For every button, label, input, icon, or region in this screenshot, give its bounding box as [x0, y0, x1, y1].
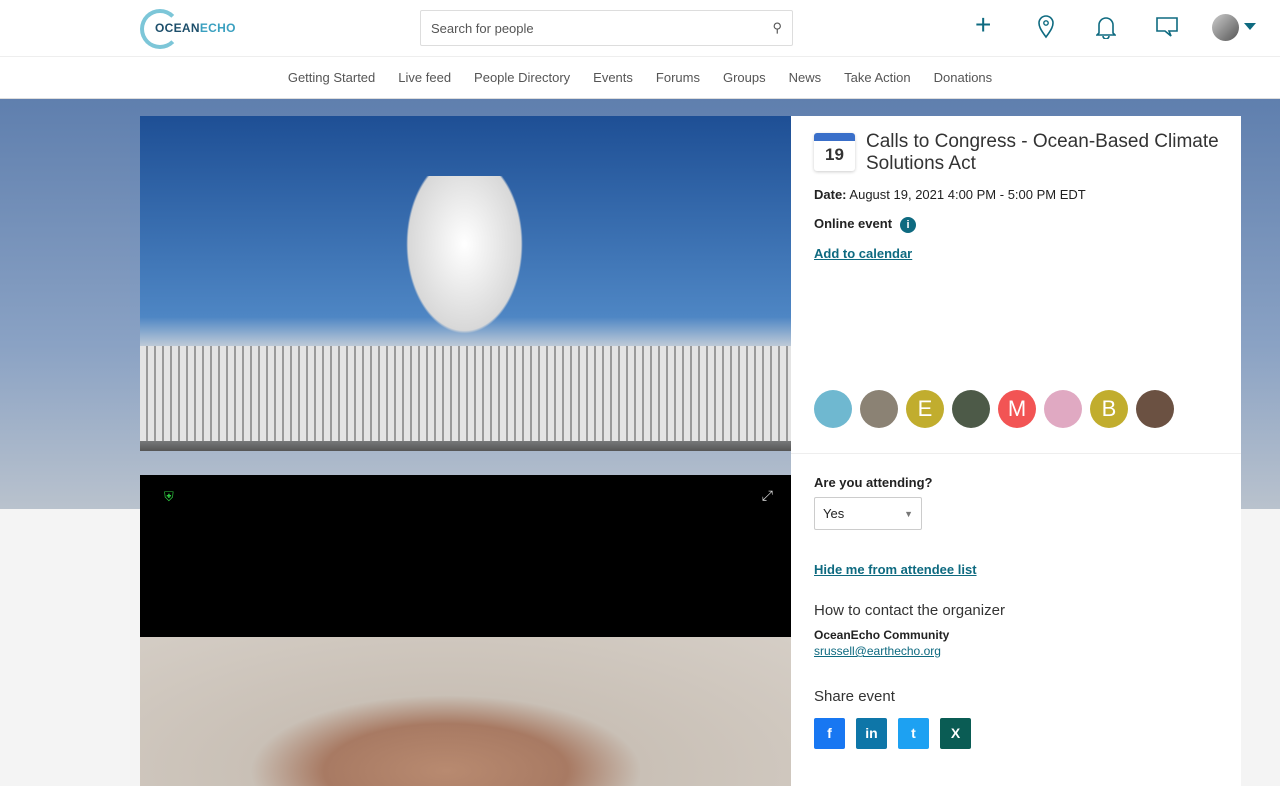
video-feed — [140, 637, 791, 786]
location-pin-icon[interactable] — [1037, 15, 1055, 45]
user-avatar[interactable] — [1212, 14, 1239, 41]
facebook-share-button[interactable]: f — [814, 718, 845, 749]
hide-attendee-link[interactable]: Hide me from attendee list — [814, 562, 977, 577]
attendee-avatar[interactable] — [952, 390, 990, 428]
nav-getting-started[interactable]: Getting Started — [288, 70, 375, 85]
main-nav: Getting Started Live feed People Directo… — [0, 57, 1280, 99]
nav-people-directory[interactable]: People Directory — [474, 70, 570, 85]
shield-icon: ⛨ — [164, 489, 174, 504]
plus-icon[interactable]: + — [975, 11, 991, 39]
organizer-heading: How to contact the organizer — [814, 602, 1005, 619]
logo[interactable]: OCEANECHO — [155, 21, 236, 35]
fullscreen-icon[interactable]: ⤢ — [762, 487, 773, 504]
share-heading: Share event — [814, 688, 895, 705]
organizer-name: OceanEcho Community — [814, 628, 950, 642]
attendee-avatar[interactable]: M — [998, 390, 1036, 428]
attendee-list: EMB — [814, 390, 1174, 428]
nav-forums[interactable]: Forums — [656, 70, 700, 85]
attending-label: Are you attending? — [814, 475, 933, 490]
event-details-panel: 19 Calls to Congress - Ocean-Based Clima… — [791, 116, 1241, 786]
divider — [791, 453, 1241, 454]
dropdown-arrow-icon: ▼ — [904, 508, 913, 519]
calendar-icon: 19 — [814, 133, 855, 171]
event-title: Calls to Congress - Ocean-Based Climate … — [866, 131, 1219, 174]
nav-news[interactable]: News — [789, 70, 822, 85]
nav-groups[interactable]: Groups — [723, 70, 766, 85]
event-image — [140, 116, 791, 451]
attendee-avatar[interactable]: B — [1090, 390, 1128, 428]
organizer-email[interactable]: srussell@earthecho.org — [814, 644, 941, 658]
bell-icon[interactable] — [1095, 15, 1117, 45]
share-buttons: f in t X — [814, 718, 971, 749]
nav-live-feed[interactable]: Live feed — [398, 70, 451, 85]
search-icon[interactable]: ⚲ — [772, 20, 782, 36]
xing-share-button[interactable]: X — [940, 718, 971, 749]
top-bar: OCEANECHO Search for people ⚲ + — [0, 0, 1280, 57]
chevron-down-icon[interactable] — [1244, 23, 1256, 36]
online-event: Online event i — [814, 216, 917, 233]
attending-select[interactable]: Yes ▼ — [814, 497, 922, 530]
twitter-share-button[interactable]: t — [898, 718, 929, 749]
linkedin-share-button[interactable]: in — [856, 718, 887, 749]
event-date: Date: August 19, 2021 4:00 PM - 5:00 PM … — [814, 187, 1086, 202]
video-player[interactable]: ⛨ ⤢ — [140, 475, 791, 637]
info-icon[interactable]: i — [900, 217, 917, 233]
attendee-avatar[interactable] — [1044, 390, 1082, 428]
attendee-avatar[interactable] — [860, 390, 898, 428]
search-input[interactable]: Search for people ⚲ — [420, 10, 793, 46]
add-to-calendar-link[interactable]: Add to calendar — [814, 246, 912, 261]
nav-take-action[interactable]: Take Action — [844, 70, 911, 85]
nav-events[interactable]: Events — [593, 70, 633, 85]
attendee-avatar[interactable]: E — [906, 390, 944, 428]
attendee-avatar[interactable] — [814, 390, 852, 428]
nav-donations[interactable]: Donations — [934, 70, 993, 85]
chat-icon[interactable] — [1155, 15, 1179, 45]
attendee-avatar[interactable] — [1136, 390, 1174, 428]
